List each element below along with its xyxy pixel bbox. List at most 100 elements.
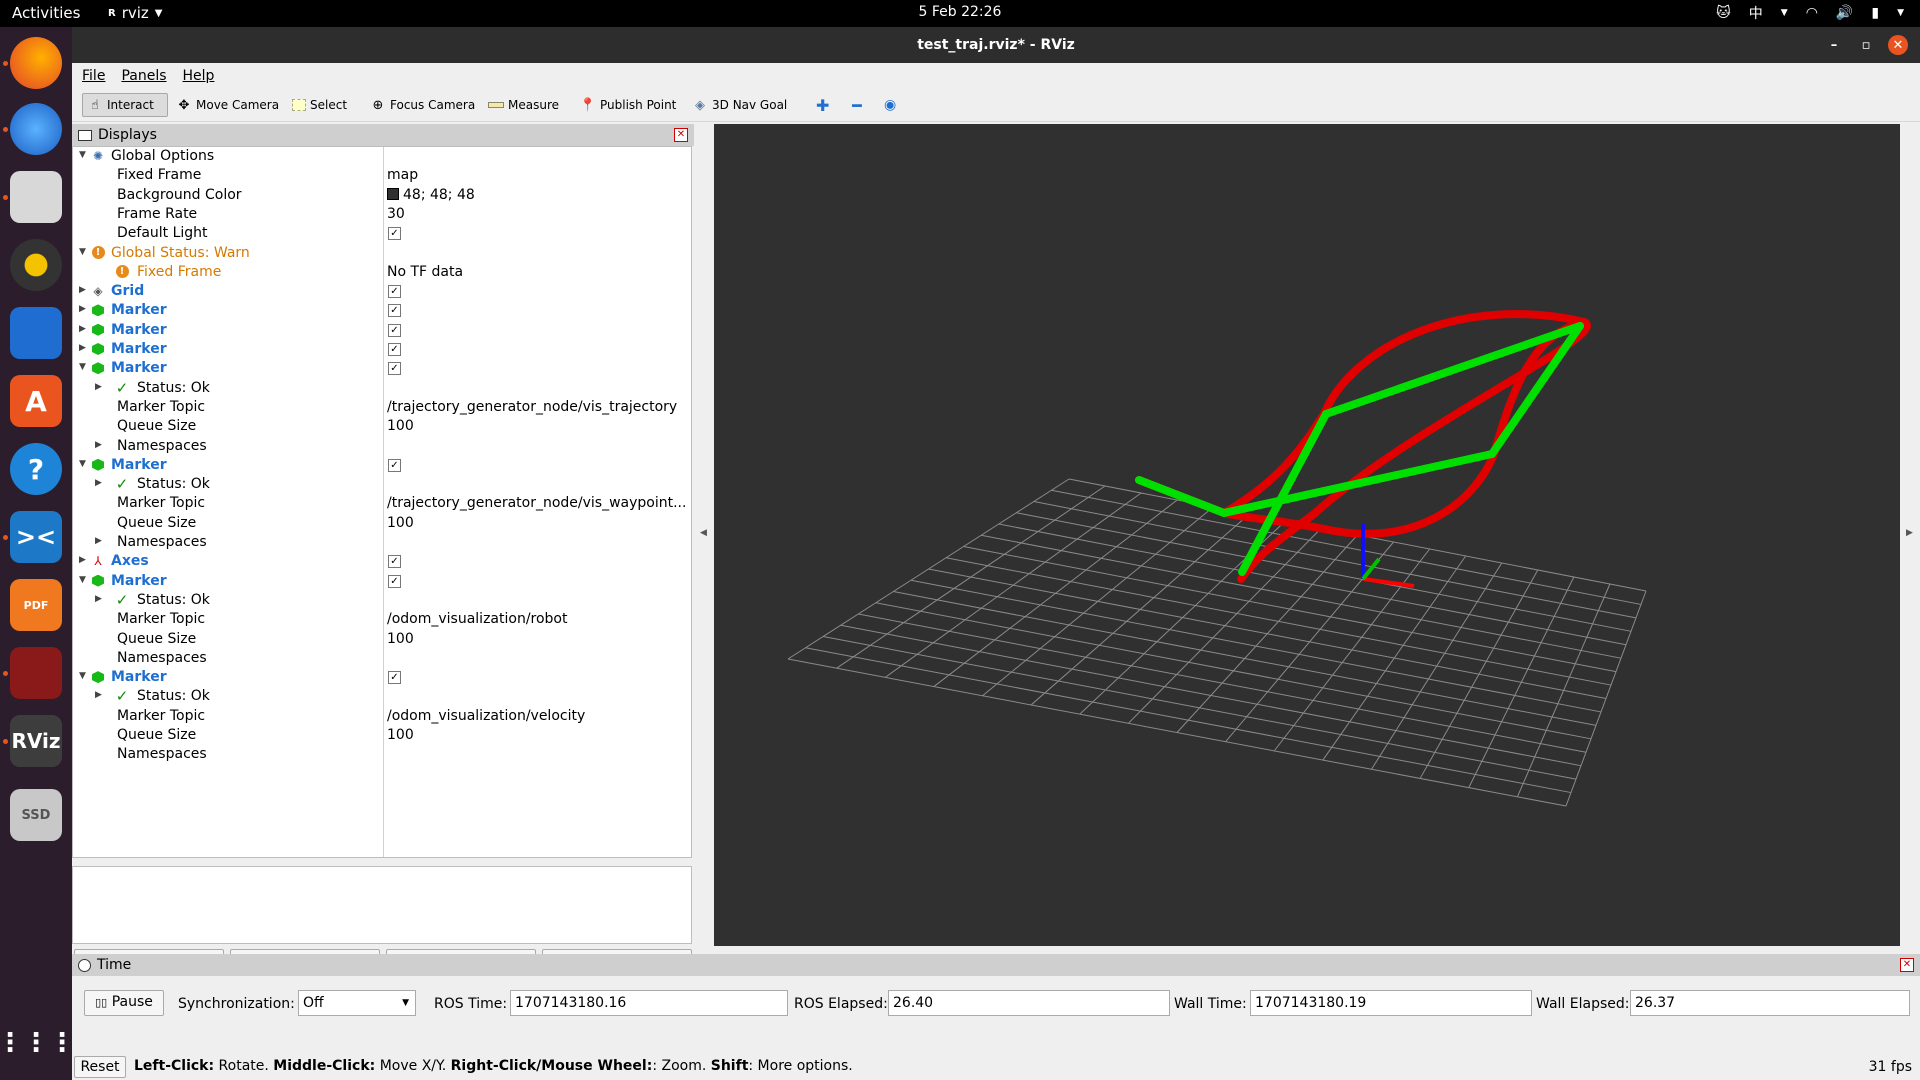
- chevron-right-icon[interactable]: ▶: [95, 440, 105, 450]
- enabled-checkbox[interactable]: ✓: [388, 555, 401, 569]
- chevron-right-icon[interactable]: ▶: [95, 594, 105, 604]
- publish-point-tool-button[interactable]: 📍 Publish Point: [576, 93, 680, 117]
- enabled-checkbox[interactable]: ✓: [388, 227, 401, 241]
- display-tree-row[interactable]: Queue Size 100: [73, 726, 691, 745]
- display-tree-row[interactable]: ▶ Namespaces: [73, 533, 691, 552]
- display-tree-row[interactable]: Queue Size 100: [73, 630, 691, 649]
- pdf-editor-icon[interactable]: PDF: [10, 579, 62, 631]
- displays-panel-header[interactable]: Displays ✕: [72, 124, 694, 146]
- thunderbird-icon[interactable]: [10, 103, 62, 155]
- chevron-down-icon[interactable]: ▼: [79, 459, 89, 469]
- display-tree-row[interactable]: ▶ ✓ Status: Ok: [73, 591, 691, 610]
- display-tree-value[interactable]: 100: [387, 727, 414, 743]
- enabled-checkbox[interactable]: ✓: [388, 671, 401, 685]
- sync-select[interactable]: Off ▼: [298, 990, 416, 1016]
- clock[interactable]: 5 Feb 22:26: [0, 4, 1920, 20]
- time-panel-header[interactable]: Time ✕: [72, 954, 1920, 976]
- help-icon[interactable]: ?: [10, 443, 62, 495]
- chevron-down-icon[interactable]: ▼: [79, 671, 89, 681]
- chevron-right-icon[interactable]: ▶: [95, 690, 105, 700]
- add-tool-button[interactable]: ✚: [812, 93, 833, 117]
- rviz-dock-icon[interactable]: RViz: [10, 715, 62, 767]
- display-tree-row[interactable]: ▶ ⅄ Axes ✓: [73, 552, 691, 571]
- enabled-checkbox[interactable]: ✓: [388, 362, 401, 376]
- terminal-icon[interactable]: [10, 647, 62, 699]
- display-tree-row[interactable]: ▶ ◈ Grid ✓: [73, 282, 691, 301]
- display-tree-value[interactable]: 48; 48; 48: [387, 187, 475, 203]
- wall-time-field[interactable]: 1707143180.19: [1250, 990, 1532, 1016]
- display-tree-row[interactable]: Marker Topic/odom_visualization/velocity: [73, 707, 691, 726]
- activities-button[interactable]: Activities: [12, 4, 80, 22]
- system-tray[interactable]: 🐱 中 ▼ ◠ 🔊 ▮ ▼: [1716, 3, 1904, 23]
- display-tree-row[interactable]: ▶ Marker ✓: [73, 340, 691, 359]
- files-icon[interactable]: [10, 171, 62, 223]
- chevron-right-icon[interactable]: ▶: [95, 536, 105, 546]
- ros-time-field[interactable]: 1707143180.16: [510, 990, 788, 1016]
- chevron-down-icon[interactable]: ▼: [79, 362, 89, 372]
- maximize-icon[interactable]: ▫: [1856, 35, 1876, 55]
- tool-properties-button[interactable]: ◉: [880, 93, 900, 117]
- display-tree-value[interactable]: 30: [387, 206, 405, 222]
- display-tree-value[interactable]: /trajectory_generator_node/vis_trajector…: [387, 399, 677, 415]
- display-tree-row[interactable]: ▶ Marker ✓: [73, 321, 691, 340]
- display-tree-row[interactable]: Fixed Frame map: [73, 166, 691, 185]
- enabled-checkbox[interactable]: ✓: [388, 458, 401, 472]
- close-icon[interactable]: ✕: [1900, 958, 1914, 972]
- display-tree-value[interactable]: /odom_visualization/velocity: [387, 708, 585, 724]
- enabled-checkbox[interactable]: ✓: [388, 304, 401, 318]
- display-tree-row[interactable]: Namespaces: [73, 649, 691, 668]
- enabled-checkbox[interactable]: ✓: [388, 574, 401, 588]
- display-tree-value[interactable]: 100: [387, 418, 414, 434]
- display-tree-value[interactable]: No TF data: [387, 264, 463, 280]
- chevron-down-icon[interactable]: ▼: [79, 575, 89, 585]
- menu-panels[interactable]: Panels: [121, 68, 166, 84]
- display-tree-row[interactable]: Queue Size 100: [73, 514, 691, 533]
- display-tree-row[interactable]: ▼ Marker ✓: [73, 359, 691, 378]
- chevron-right-icon[interactable]: ▶: [79, 285, 89, 295]
- right-splitter[interactable]: ▶: [1900, 124, 1920, 946]
- display-tree[interactable]: ▼ ✺ Global Options Fixed Frame map Background…: [72, 146, 692, 858]
- enabled-checkbox[interactable]: ✓: [388, 285, 401, 299]
- display-tree-value[interactable]: map: [387, 167, 418, 183]
- chevron-right-icon[interactable]: ▶: [95, 382, 105, 392]
- vscode-icon[interactable]: ><: [10, 511, 62, 563]
- focus-camera-tool-button[interactable]: ⊕ Focus Camera: [366, 93, 479, 117]
- title-bar[interactable]: test_traj.rviz* - RViz – ▫ ✕: [72, 27, 1920, 63]
- display-tree-value[interactable]: 100: [387, 631, 414, 647]
- 3d-render-view[interactable]: [714, 124, 1900, 946]
- chevron-right-icon[interactable]: ▶: [95, 478, 105, 488]
- app-center-icon[interactable]: A: [10, 375, 62, 427]
- app-menu[interactable]: R rviz ▼: [108, 4, 163, 22]
- display-tree-value[interactable]: 100: [387, 515, 414, 531]
- ssd-drive-icon[interactable]: SSD: [10, 789, 62, 841]
- display-tree-row[interactable]: ▶ ✓ Status: Ok: [73, 379, 691, 398]
- reset-button[interactable]: Reset: [74, 1056, 126, 1078]
- show-apps-icon[interactable]: ⋮⋮⋮: [0, 1017, 75, 1069]
- display-tree-value[interactable]: /trajectory_generator_node/vis_waypoint.…: [387, 495, 686, 511]
- display-tree-row[interactable]: Default Light ✓: [73, 224, 691, 243]
- display-tree-row[interactable]: ▼ Marker ✓: [73, 572, 691, 591]
- close-icon[interactable]: ✕: [674, 128, 688, 142]
- display-tree-row[interactable]: Namespaces: [73, 745, 691, 764]
- display-tree-row[interactable]: ▼ Marker ✓: [73, 456, 691, 475]
- display-tree-row[interactable]: Frame Rate 30: [73, 205, 691, 224]
- display-tree-row[interactable]: ▶ Marker ✓: [73, 301, 691, 320]
- menu-help[interactable]: Help: [183, 68, 215, 84]
- firefox-icon[interactable]: [10, 37, 62, 89]
- display-tree-row[interactable]: Marker Topic/trajectory_generator_node/v…: [73, 398, 691, 417]
- display-tree-row[interactable]: ▶ ✓ Status: Ok: [73, 687, 691, 706]
- display-tree-row[interactable]: ▼ Marker ✓: [73, 668, 691, 687]
- enabled-checkbox[interactable]: ✓: [388, 343, 401, 356]
- display-tree-row[interactable]: ▼! Global Status: Warn: [73, 244, 691, 263]
- chevron-down-icon[interactable]: ▼: [79, 247, 89, 257]
- chevron-right-icon[interactable]: ▶: [79, 555, 89, 565]
- pause-button[interactable]: ▯▯ Pause: [84, 990, 164, 1016]
- left-splitter[interactable]: ◀: [694, 124, 714, 946]
- chevron-right-icon[interactable]: ▶: [79, 343, 89, 353]
- chevron-right-icon[interactable]: ▶: [79, 304, 89, 314]
- rhythmbox-icon[interactable]: [10, 239, 62, 291]
- select-tool-button[interactable]: Select: [288, 93, 351, 117]
- interact-tool-button[interactable]: ☝ Interact: [82, 93, 168, 117]
- display-tree-row[interactable]: ▶ Namespaces: [73, 437, 691, 456]
- display-tree-value[interactable]: /odom_visualization/robot: [387, 611, 568, 627]
